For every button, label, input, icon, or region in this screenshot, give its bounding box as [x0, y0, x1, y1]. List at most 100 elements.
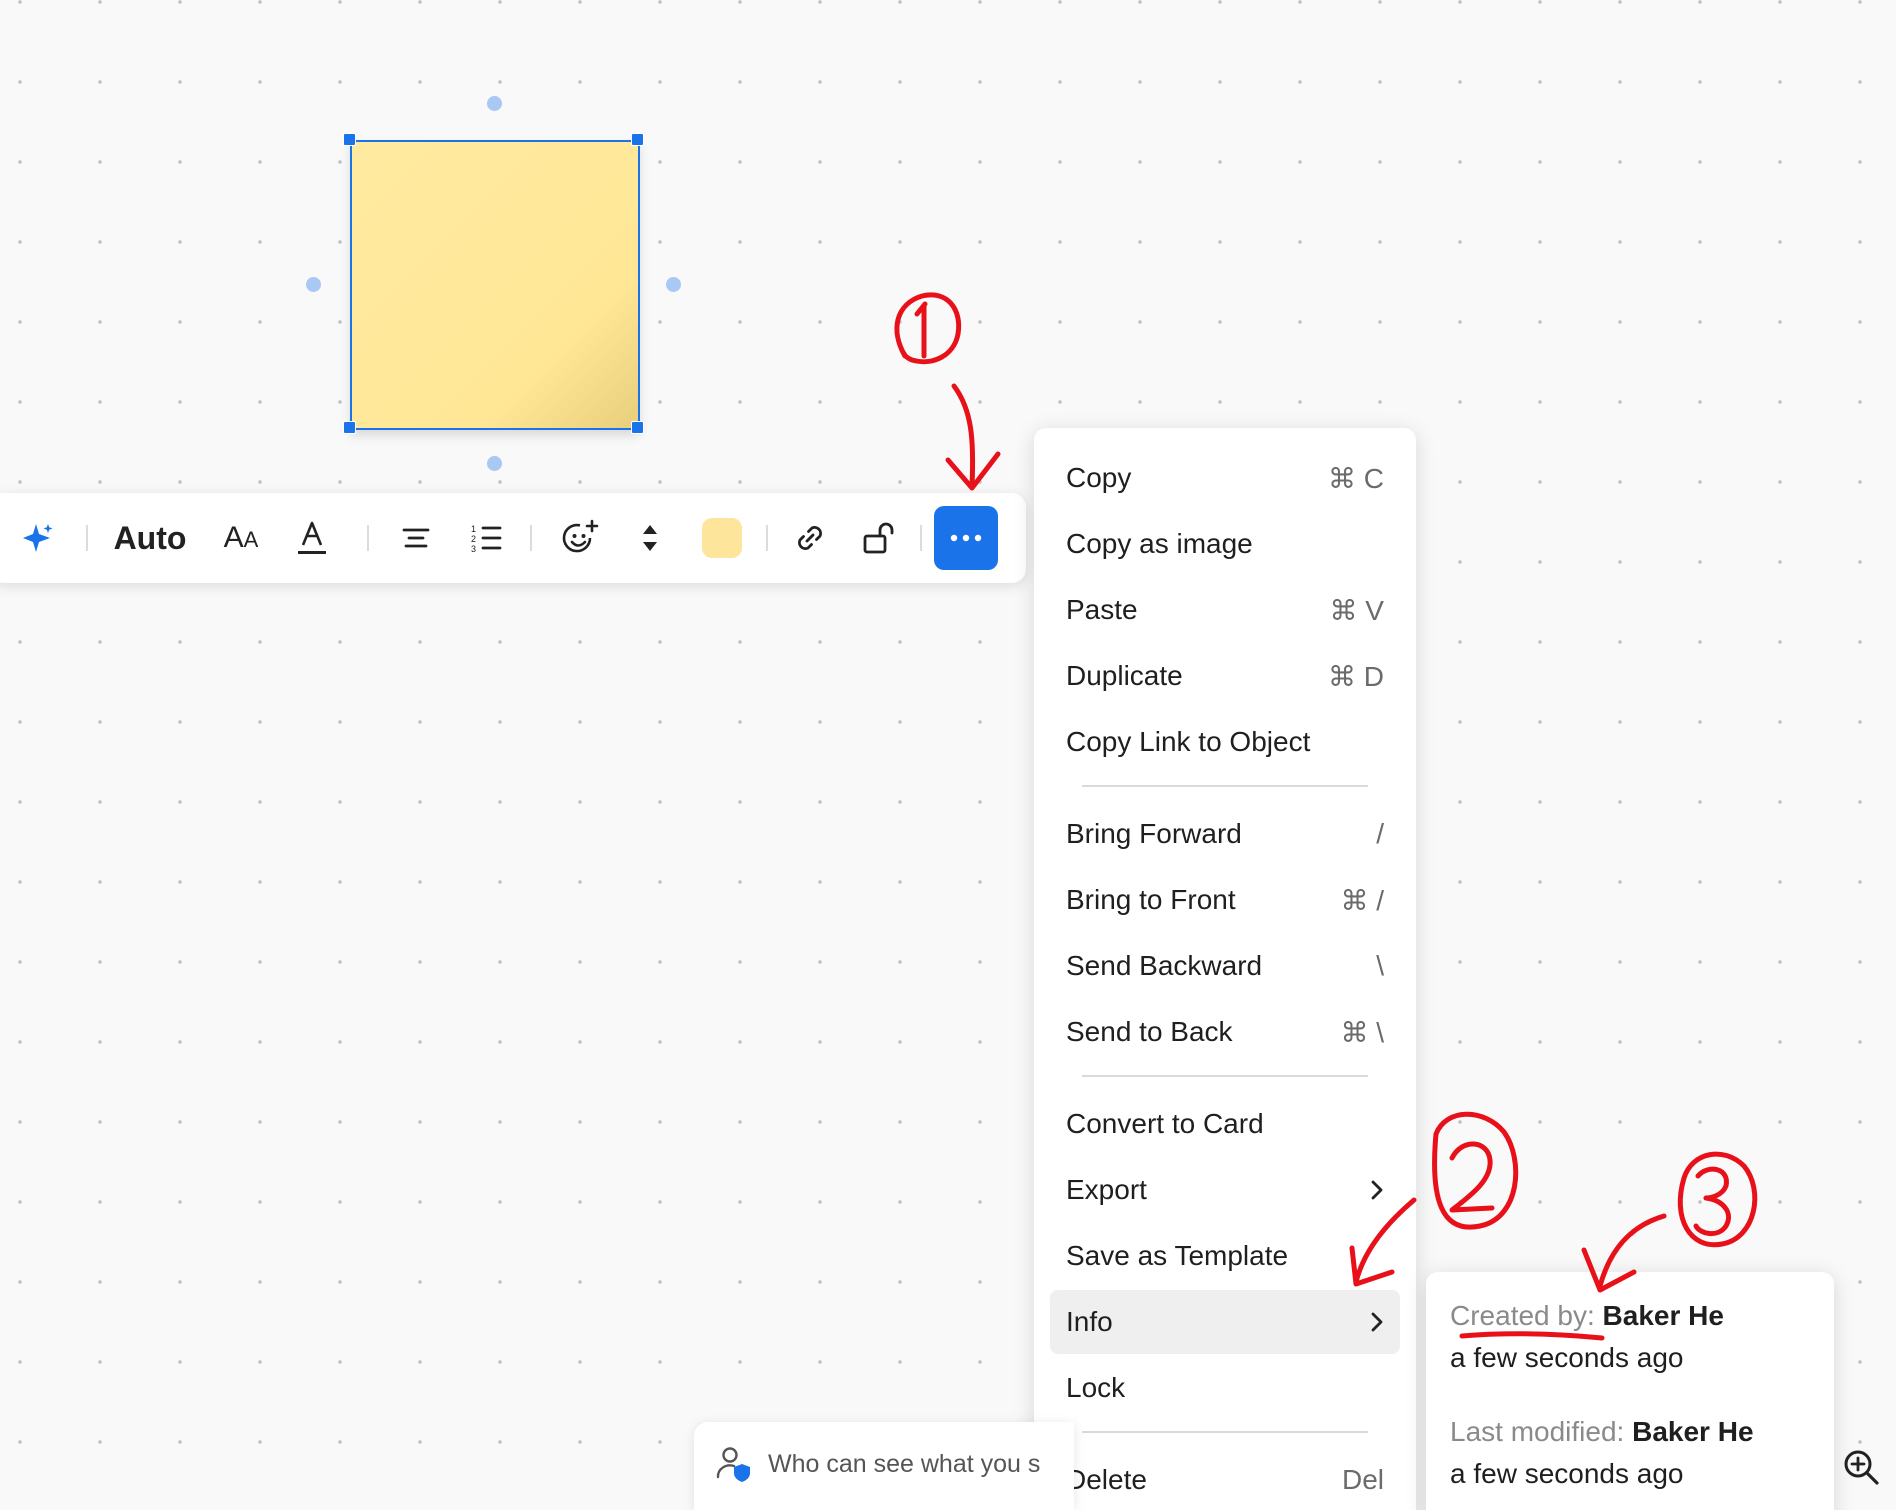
resize-handle-bottom-left[interactable]: [343, 421, 356, 434]
connector-handle-left[interactable]: [306, 277, 321, 292]
svg-text:3: 3: [471, 544, 476, 553]
note-color-swatch: [702, 518, 742, 558]
menu-item-label: Send to Back: [1066, 1016, 1233, 1047]
menu-item-shortcut: ⌘ V: [1329, 594, 1384, 626]
link-icon: [798, 526, 822, 550]
menu-item-lock[interactable]: Lock: [1050, 1356, 1400, 1420]
menu-item-label: Lock: [1066, 1372, 1126, 1403]
menu-item-copy-link[interactable]: Copy Link to Object: [1050, 710, 1400, 774]
menu-item-label: Copy Link to Object: [1066, 726, 1311, 757]
info-submenu: Created by: Baker He a few seconds ago L…: [1426, 1272, 1834, 1510]
menu-divider: [1082, 785, 1368, 787]
menu-item-bring-to-front[interactable]: Bring to Front ⌘ /: [1050, 868, 1400, 932]
toolbar-divider: [766, 525, 768, 551]
menu-item-shortcut: ⌘ D: [1328, 660, 1384, 692]
menu-divider: [1082, 1431, 1368, 1433]
annotation-arrow-1: [951, 383, 976, 489]
menu-item-shortcut: \: [1376, 950, 1384, 981]
chevron-right-icon: [1371, 1180, 1383, 1200]
menu-item-save-as-template[interactable]: Save as Template: [1050, 1224, 1400, 1288]
sticky-note[interactable]: [350, 140, 640, 430]
menu-item-duplicate[interactable]: Duplicate ⌘ D: [1050, 644, 1400, 708]
created-by-name: Baker He: [1602, 1300, 1724, 1331]
text-color-button[interactable]: [292, 493, 332, 583]
lock-button[interactable]: [860, 493, 900, 583]
more-options-button[interactable]: [934, 506, 998, 570]
menu-item-label: Paste: [1066, 594, 1138, 625]
resize-handle-bottom-right[interactable]: [631, 421, 644, 434]
menu-item-send-backward[interactable]: Send Backward \: [1050, 934, 1400, 998]
menu-item-label: Send Backward: [1066, 950, 1263, 981]
menu-item-shortcut: Del: [1341, 1464, 1384, 1495]
zoom-in-button[interactable]: [1836, 1442, 1886, 1492]
toolbar-divider: [920, 525, 922, 551]
menu-item-label: Bring to Front: [1066, 884, 1236, 915]
menu-item-delete[interactable]: Delete Del: [1050, 1448, 1400, 1510]
align-button[interactable]: [396, 493, 436, 583]
menu-item-label: Copy: [1066, 462, 1132, 493]
add-emoji-icon: [562, 519, 599, 553]
visibility-text: Who can see what you s: [768, 1450, 1041, 1478]
list-button[interactable]: 1 2 3: [466, 493, 506, 583]
reorder-button[interactable]: [632, 493, 668, 583]
menu-item-info[interactable]: Info: [1050, 1290, 1400, 1354]
link-button[interactable]: [790, 493, 830, 583]
text-size-button[interactable]: AA: [218, 493, 264, 583]
menu-item-copy[interactable]: Copy ⌘ C: [1050, 446, 1400, 510]
context-menu: Copy ⌘ C Copy as image Paste ⌘ V Duplica…: [1034, 428, 1416, 1510]
menu-item-paste[interactable]: Paste ⌘ V: [1050, 578, 1400, 642]
resize-handle-top-left[interactable]: [343, 133, 356, 146]
modified-by-row: Last modified: Baker He: [1450, 1416, 1754, 1448]
font-size-auto-button[interactable]: Auto: [110, 493, 190, 583]
menu-item-label: Export: [1066, 1174, 1147, 1205]
menu-item-shortcut: ⌘ \: [1340, 1016, 1384, 1048]
more-options-icon: [950, 534, 982, 542]
toolbar-divider: [86, 525, 88, 551]
menu-item-export[interactable]: Export: [1050, 1158, 1400, 1222]
color-picker-button[interactable]: [700, 493, 744, 583]
object-toolbar: Auto AA 1 2 3: [0, 493, 1026, 583]
menu-item-shortcut: /: [1376, 818, 1384, 849]
connector-handle-right[interactable]: [666, 277, 681, 292]
numbered-list-icon: 1 2 3: [471, 524, 502, 553]
menu-item-label: Duplicate: [1066, 660, 1183, 691]
created-by-row: Created by: Baker He: [1450, 1300, 1724, 1332]
created-by-label: Created by:: [1450, 1300, 1595, 1331]
menu-item-copy-as-image[interactable]: Copy as image: [1050, 512, 1400, 576]
add-emoji-button[interactable]: [558, 493, 602, 583]
menu-item-shortcut: ⌘ C: [1328, 462, 1384, 494]
toolbar-divider: [530, 525, 532, 551]
visibility-notice[interactable]: Who can see what you s: [694, 1422, 1074, 1510]
modified-by-label: Last modified:: [1450, 1416, 1625, 1447]
annotation-number-2: [1432, 1111, 1519, 1230]
toolbar-divider: [367, 525, 369, 551]
rotate-handle-top[interactable]: [487, 96, 502, 111]
created-time: a few seconds ago: [1450, 1342, 1684, 1373]
menu-item-label: Copy as image: [1066, 528, 1253, 559]
annotation-number-3: [1677, 1151, 1758, 1248]
svg-text:2: 2: [471, 534, 476, 544]
svg-text:1: 1: [471, 524, 476, 534]
text-size-icon: AA: [223, 521, 259, 554]
menu-item-bring-forward[interactable]: Bring Forward /: [1050, 802, 1400, 866]
ai-sparkle-icon: [23, 524, 53, 552]
chevron-right-icon: [1371, 1312, 1383, 1332]
menu-item-label: Save as Template: [1066, 1240, 1289, 1271]
menu-item-convert-to-card[interactable]: Convert to Card: [1050, 1092, 1400, 1156]
resize-handle-top-right[interactable]: [631, 133, 644, 146]
menu-item-send-to-back[interactable]: Send to Back ⌘ \: [1050, 1000, 1400, 1064]
menu-item-label: Info: [1066, 1306, 1113, 1337]
annotation-number-1: [894, 292, 962, 365]
menu-item-shortcut: ⌘ /: [1340, 884, 1384, 916]
reorder-arrows-icon: [643, 525, 657, 551]
ai-sparkle-button[interactable]: [20, 493, 56, 583]
menu-item-label: Convert to Card: [1066, 1108, 1264, 1139]
align-center-icon: [402, 528, 430, 548]
menu-item-label: Bring Forward: [1066, 818, 1242, 849]
menu-divider: [1082, 1075, 1368, 1077]
text-color-icon: [298, 521, 326, 554]
menu-item-label: Delete: [1066, 1464, 1147, 1495]
modified-time: a few seconds ago: [1450, 1458, 1684, 1489]
connector-handle-bottom[interactable]: [487, 456, 502, 471]
unlock-icon: [863, 522, 894, 554]
